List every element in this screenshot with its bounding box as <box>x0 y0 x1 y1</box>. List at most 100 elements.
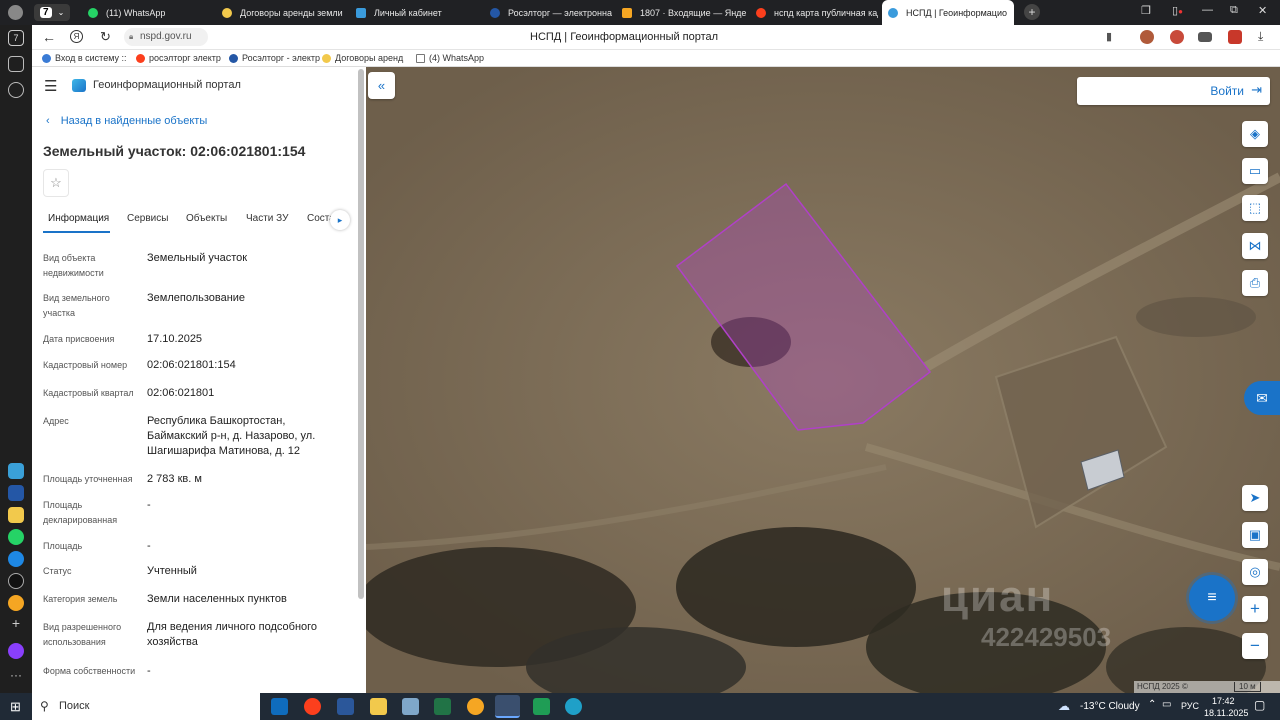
excel-icon[interactable] <box>434 698 451 715</box>
add-icon[interactable]: + <box>8 615 24 631</box>
minimap-button[interactable]: ▣ <box>1242 522 1268 548</box>
menu-icon[interactable]: ☰ <box>44 77 57 95</box>
property-label: Категория земель <box>43 594 118 604</box>
explorer-icon[interactable] <box>370 698 387 715</box>
app-icon[interactable] <box>8 573 24 589</box>
bookmark-item[interactable]: (4) WhatsApp <box>416 53 484 63</box>
extension-icon[interactable] <box>1198 32 1212 42</box>
back-link[interactable]: ‹ Назад в найденные объекты <box>46 115 207 127</box>
yandex-search-icon[interactable]: Я <box>70 30 83 43</box>
share-button[interactable]: ⋈ <box>1242 233 1268 259</box>
address-bar: ← Я ↻ 🔒︎ nspd.gov.ru НСПД | Геоинформаци… <box>32 25 1280 50</box>
app-icon[interactable] <box>8 463 24 479</box>
zoom-out-button[interactable]: − <box>1242 633 1268 659</box>
more-icon[interactable]: ··· <box>8 669 24 685</box>
extension-icon[interactable] <box>1170 30 1184 44</box>
shield-icon[interactable] <box>533 698 550 715</box>
extension-icon[interactable] <box>1228 30 1242 44</box>
clock-time[interactable]: 17:42 <box>1212 696 1235 706</box>
tab-nspd-active[interactable]: НСПД | Геоинформацио ✕ <box>882 0 1014 25</box>
scrollbar[interactable] <box>358 69 364 599</box>
tabs-scroll-right-button[interactable]: ▸ <box>330 210 350 230</box>
login-button[interactable]: Войти ⇥ <box>1077 77 1270 105</box>
support-chat-button[interactable]: ✉ <box>1244 381 1280 415</box>
select-area-button[interactable]: ⬚ <box>1242 195 1268 221</box>
edge-icon[interactable] <box>565 698 582 715</box>
app-icon[interactable] <box>8 485 24 501</box>
back-icon[interactable]: ← <box>42 29 56 45</box>
property-value: - <box>147 499 151 511</box>
bookmark-label: (4) WhatsApp <box>429 53 485 63</box>
chevron-up-icon[interactable]: ⌃ <box>1148 699 1156 710</box>
windows-start-icon[interactable]: ⊞ <box>10 699 21 715</box>
geolocation-button[interactable]: ◎ <box>1242 559 1268 585</box>
bookmark-item[interactable]: Росэлторг - электр <box>229 53 320 63</box>
yandex-active-icon[interactable] <box>495 695 520 718</box>
tab-search[interactable]: нспд карта публичная кад <box>750 0 878 25</box>
tab-parts[interactable]: Части ЗУ <box>246 213 288 224</box>
bookmark-icon[interactable]: ▮ <box>1106 30 1112 43</box>
yandex-browser-icon[interactable] <box>304 698 321 715</box>
taskbar-search[interactable]: ⚲ Поиск <box>32 693 260 720</box>
new-tab-button[interactable]: + <box>1024 4 1040 20</box>
tab-label: Росэлторг — электронная <box>508 7 612 18</box>
tab-objects[interactable]: Объекты <box>186 213 227 224</box>
property-label: Статус <box>43 566 72 576</box>
tab-count-icon[interactable]: 7 <box>8 30 24 46</box>
extension-icon[interactable] <box>1140 30 1154 44</box>
zoom-in-button[interactable]: + <box>1242 596 1268 622</box>
ruler-button[interactable]: ▭ <box>1242 158 1268 184</box>
weather-text[interactable]: -13°C Cloudy <box>1080 701 1140 712</box>
url-field[interactable]: 🔒︎ nspd.gov.ru <box>124 28 208 46</box>
favorite-star-button[interactable]: ☆ <box>43 169 69 197</box>
property-label: Кадастровый номер <box>43 360 128 370</box>
mail-app-icon[interactable] <box>467 698 484 715</box>
bookmark-item[interactable]: Вход в систему :: <box>42 53 127 63</box>
close-window-icon[interactable]: ✕ <box>1258 4 1267 17</box>
tab-count-button[interactable]: 7 ⌄ <box>34 4 70 21</box>
tab-dogovory[interactable]: Договоры аренды земли <box>216 0 346 25</box>
property-label: Площадь декларированная <box>43 500 118 525</box>
tab-services[interactable]: Сервисы <box>127 213 168 224</box>
outlook-icon[interactable] <box>271 698 288 715</box>
property-value: Земли населенных пунктов <box>147 593 287 605</box>
tab-information[interactable]: Информация <box>48 213 109 224</box>
locate-button[interactable]: ➤ <box>1242 485 1268 511</box>
chat-bubble-button[interactable]: ≡ <box>1189 575 1235 621</box>
tab-label: нспд карта публичная кад <box>774 7 878 18</box>
page-title: НСПД | Геоинформационный портал <box>530 31 719 43</box>
restore-icon[interactable]: ⧉ <box>1230 4 1238 17</box>
collapse-panel-button[interactable]: « <box>368 72 395 99</box>
tab-roseltorg[interactable]: Росэлторг — электронная <box>484 0 612 25</box>
tab-whatsapp[interactable]: (11) WhatsApp <box>82 0 212 25</box>
app-icon[interactable] <box>8 507 24 523</box>
tabs-list-icon[interactable]: ❐ <box>1141 4 1151 17</box>
clock-icon[interactable] <box>8 82 24 98</box>
layers-button[interactable]: ◈ <box>1242 121 1268 147</box>
download-icon[interactable]: ⤓ <box>1258 29 1263 44</box>
bookmark-item[interactable]: росэлторг электр <box>136 53 221 63</box>
whatsapp-icon[interactable] <box>8 529 24 545</box>
alice-icon[interactable] <box>8 643 24 659</box>
profile-avatar[interactable] <box>8 5 23 20</box>
tab-yandex-mail[interactable]: 1807 · Входящие — Яндекс <box>616 0 746 25</box>
bell-icon[interactable]: ▯● <box>1172 4 1183 17</box>
app-icon[interactable] <box>8 595 24 611</box>
whatsapp-icon <box>88 7 98 18</box>
map-view[interactable]: циан 422429503 « Войти ⇥ ◈ ▭ ⬚ ⋈ ⎙ ✉ ➤ ▣… <box>366 67 1280 693</box>
notification-icon[interactable]: ▢ <box>1254 698 1265 712</box>
reload-icon[interactable]: ↻ <box>100 29 111 45</box>
print-button[interactable]: ⎙ <box>1242 270 1268 296</box>
app-icon[interactable] <box>8 551 24 567</box>
active-tab-underline <box>43 231 110 233</box>
tab-lichnyi-kabinet[interactable]: Личный кабинет <box>350 0 480 25</box>
network-icon[interactable]: ▭ <box>1162 699 1171 710</box>
scanner-icon[interactable] <box>402 698 419 715</box>
site-icon <box>222 7 232 18</box>
language-indicator[interactable]: РУС <box>1181 701 1199 711</box>
copy-icon[interactable] <box>8 56 24 72</box>
clock-date[interactable]: 18.11.2025 <box>1204 708 1248 718</box>
minimize-icon[interactable]: — <box>1202 4 1213 16</box>
word-icon[interactable] <box>337 698 354 715</box>
bookmark-item[interactable]: Договоры аренд <box>322 53 403 63</box>
